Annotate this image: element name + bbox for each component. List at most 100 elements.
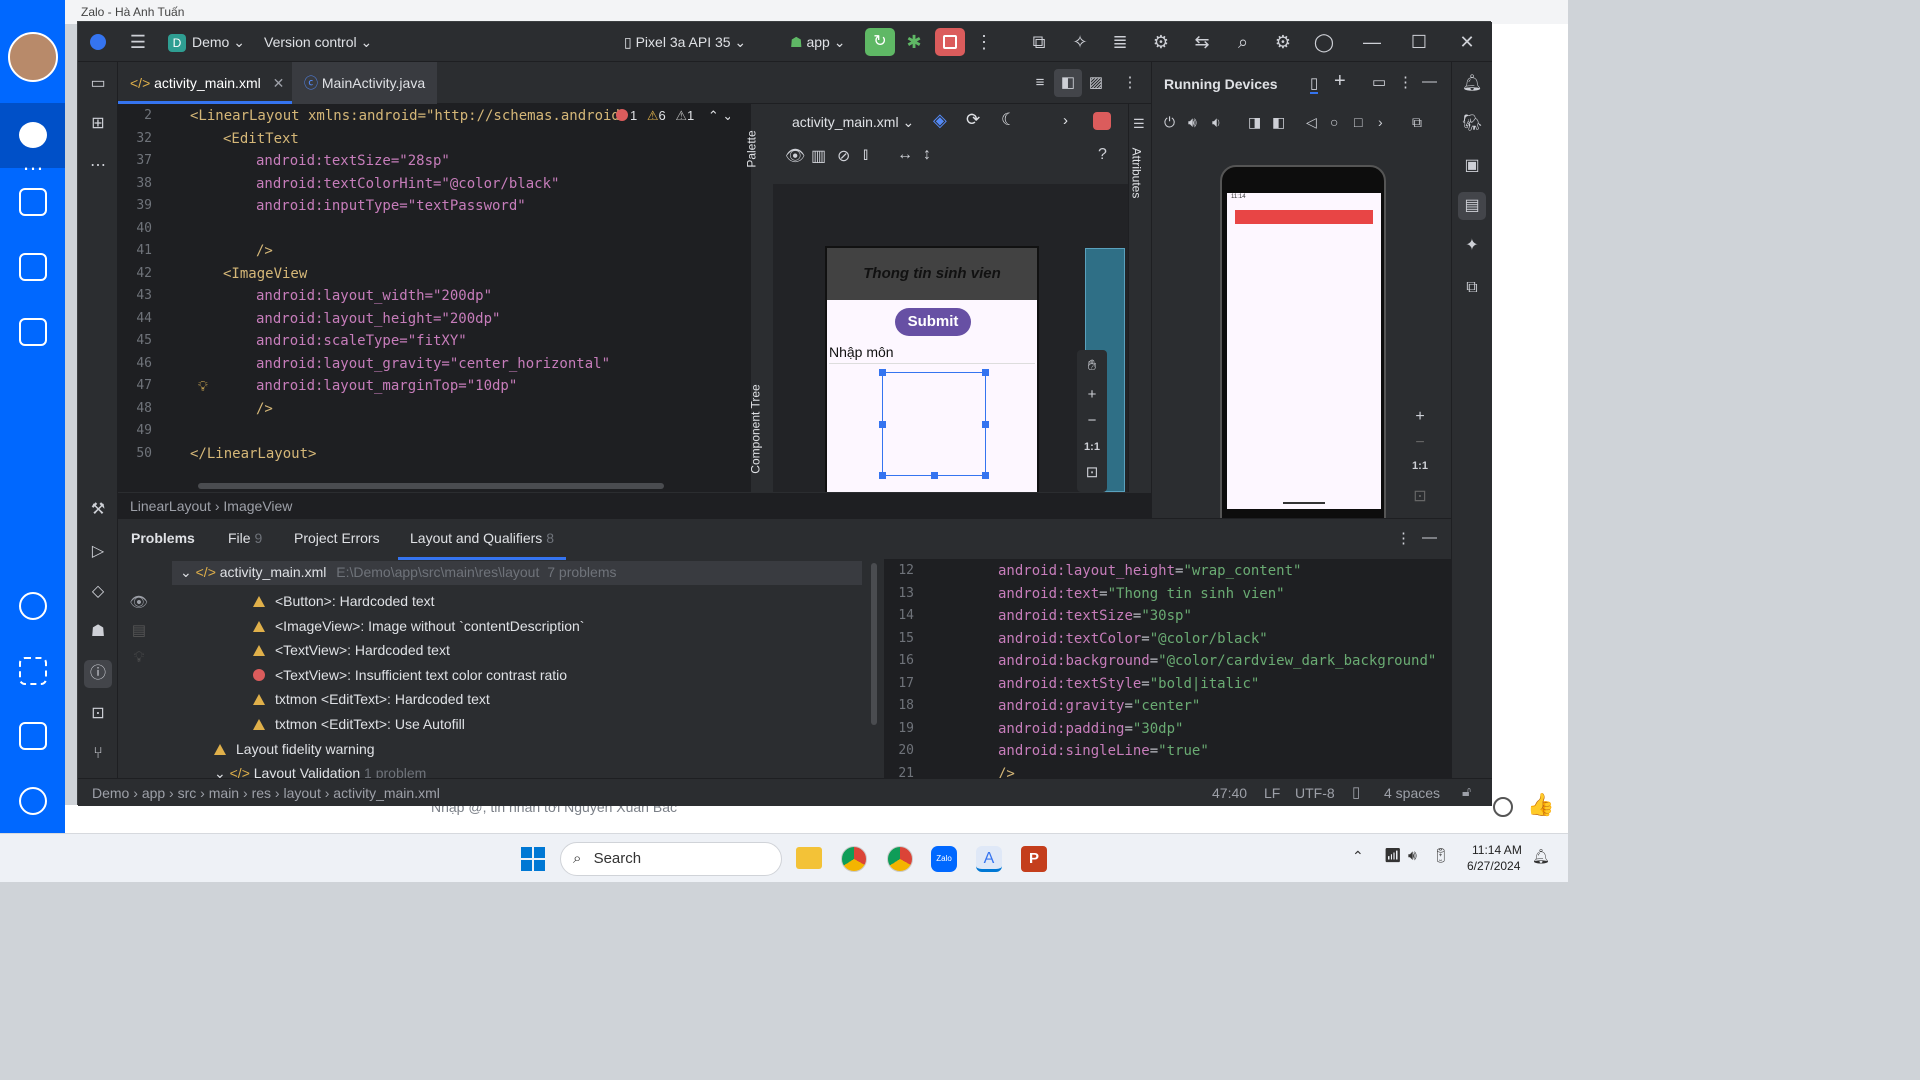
intention-bulb-icon[interactable]: 💡︎	[198, 379, 208, 395]
preview-eye-icon[interactable]: 👁︎	[128, 593, 150, 621]
component-tree-tab[interactable]: Component Tree	[749, 384, 763, 473]
volume-down-icon[interactable]: 🔉︎	[1212, 114, 1221, 131]
project-tool-icon[interactable]: ▭	[84, 70, 112, 98]
line-number[interactable]: 39	[118, 198, 152, 213]
code-line[interactable]: android:layout_gravity="center_horizonta…	[256, 356, 610, 372]
more-actions-icon[interactable]: ⋮	[970, 22, 998, 62]
chrome-icon[interactable]	[841, 846, 867, 872]
margin-icon[interactable]: ⫾	[863, 146, 868, 164]
main-menu-icon[interactable]: ☰	[124, 22, 152, 62]
line-number[interactable]: 42	[118, 266, 152, 281]
help-icon[interactable]: ?	[1098, 146, 1107, 164]
expand-horizontal-icon[interactable]: ↔	[897, 146, 913, 164]
preview-imageview-selected[interactable]	[879, 369, 989, 479]
attributes-tab[interactable]: Attributes	[1129, 148, 1143, 199]
maximize-icon[interactable]: ☐	[1405, 22, 1433, 62]
orientation-icon[interactable]: ⟳	[966, 110, 980, 130]
code-line[interactable]: />	[256, 243, 273, 259]
line-number[interactable]: 40	[118, 221, 152, 236]
video-icon[interactable]	[19, 318, 47, 346]
tab-options-icon[interactable]: ⋮	[1116, 62, 1144, 104]
line-number[interactable]: 38	[118, 176, 152, 191]
line-separator[interactable]: LF	[1264, 785, 1280, 801]
back-icon[interactable]: ◁	[1306, 114, 1317, 131]
contacts-icon[interactable]	[19, 188, 47, 216]
no-autoconnect-icon[interactable]: ⊘	[837, 146, 850, 166]
tab-project-errors[interactable]: Project Errors	[294, 519, 380, 557]
clock-date[interactable]: 6/27/2024	[1467, 859, 1520, 873]
device-manager-icon[interactable]: ⧉	[1025, 22, 1053, 62]
problems-options-icon[interactable]: ⋮	[1396, 529, 1411, 547]
battery-icon[interactable]: 🔋︎	[1432, 847, 1450, 864]
zoom-in-icon[interactable]: +	[1077, 382, 1107, 408]
file-encoding[interactable]: UTF-8	[1295, 785, 1335, 801]
device-zoom-out-icon[interactable]: −	[1406, 434, 1434, 460]
grid-icon[interactable]: ▥	[811, 146, 826, 166]
code-line[interactable]: android:inputType="textPassword"	[256, 198, 526, 214]
taskbar-search[interactable]: ⌕ Search	[560, 842, 782, 876]
code-editor[interactable]: 2 <LinearLayout xmlns:android="http://sch…	[118, 104, 750, 492]
add-device-icon[interactable]: +	[1334, 70, 1346, 93]
close-icon[interactable]: ✕	[1453, 22, 1481, 62]
home-icon[interactable]: ○	[1330, 114, 1338, 130]
problem-preview-code[interactable]: 12 android:layout_height="wrap_content" 13…	[884, 559, 1451, 779]
app-quality-icon[interactable]: ◇	[84, 578, 112, 606]
more-icon[interactable]: …	[19, 150, 47, 176]
powerpoint-icon[interactable]: P	[1021, 846, 1047, 872]
resource-manager-icon[interactable]: ⊞	[84, 110, 112, 138]
android-studio-app-icon[interactable]: A	[976, 846, 1002, 872]
expand-vertical-icon[interactable]: ↕	[923, 146, 931, 164]
file-explorer-icon[interactable]	[796, 847, 822, 869]
code-line[interactable]: android:textColorHint="@color/black"	[256, 176, 559, 192]
terminal-icon[interactable]: ⊡	[84, 700, 112, 728]
zoom-reset-button[interactable]: 1:1	[1077, 434, 1107, 460]
code-line[interactable]: </LinearLayout>	[190, 446, 316, 462]
line-number[interactable]: 49	[118, 423, 152, 438]
project-selector[interactable]: D Demo ⌄	[168, 22, 245, 62]
volume-icon[interactable]: 🔊︎	[1408, 847, 1417, 864]
zoom-fit-icon[interactable]: ⊡	[1077, 460, 1107, 486]
caret-position[interactable]: 47:40	[1212, 785, 1247, 801]
design-canvas[interactable]: Thong tin sinh vien Submit Nhập môn ✋︎ +…	[773, 184, 1151, 516]
settings-icon[interactable]	[19, 787, 47, 815]
code-line[interactable]: />	[256, 401, 273, 417]
tab-main-activity[interactable]: ⓒ MainActivity.java	[292, 62, 438, 104]
design-blueprint-icon[interactable]: ◈	[933, 110, 947, 131]
more-device-controls-icon[interactable]: ›	[1378, 114, 1383, 130]
problem-row[interactable]: txtmon <EditText>: Use Autofill	[253, 716, 465, 732]
notification-bell-icon[interactable]: 🔔︎	[1532, 848, 1550, 865]
line-number[interactable]: 44	[118, 311, 152, 326]
zoom-out-icon[interactable]: −	[1077, 408, 1107, 434]
code-line[interactable]: android:layout_marginTop="10dp"	[256, 378, 517, 394]
device-zoom-in-icon[interactable]: +	[1406, 408, 1434, 434]
line-number[interactable]: 37	[118, 153, 152, 168]
device-mirror-icon[interactable]: ⧉	[1458, 274, 1486, 302]
line-number[interactable]: 46	[118, 356, 152, 371]
notifications-icon[interactable]: 🔔︎	[1458, 70, 1486, 98]
status-path-segment[interactable]: src	[178, 785, 197, 801]
status-path-segment[interactable]: activity_main.xml	[333, 785, 440, 801]
night-mode-icon[interactable]: ☾	[1001, 110, 1016, 130]
code-line[interactable]: android:textSize="28sp"	[256, 153, 450, 169]
thumbs-up-icon[interactable]: 👍	[1527, 792, 1554, 818]
screenshot-icon[interactable]: ⧉	[1412, 114, 1422, 131]
stop-button[interactable]	[935, 28, 965, 56]
tab-file[interactable]: File 9	[228, 519, 262, 557]
tab-activity-main[interactable]: </> activity_main.xml ✕	[118, 62, 297, 104]
line-number[interactable]: 45	[118, 333, 152, 348]
search-icon[interactable]: ⌕	[1229, 22, 1257, 62]
code-line[interactable]: android:layout_height="200dp"	[256, 311, 500, 327]
preview-submit-button[interactable]: Submit	[895, 308, 971, 336]
preview-edittext[interactable]: Nhập môn	[829, 344, 1035, 364]
code-line[interactable]: <LinearLayout xmlns:android="http://sche…	[190, 108, 620, 124]
attributes-icon[interactable]: ☰	[1133, 116, 1145, 132]
split-view-icon[interactable]: ◧	[1054, 69, 1082, 97]
device-zoom-fit-icon[interactable]: ⊡	[1406, 486, 1434, 512]
problems-hide-icon[interactable]: —	[1422, 529, 1437, 546]
device-panel-hide-icon[interactable]: —	[1422, 73, 1437, 90]
status-path-segment[interactable]: app	[142, 785, 165, 801]
indent-setting[interactable]: 4 spaces	[1384, 785, 1440, 801]
status-path-segment[interactable]: layout	[283, 785, 320, 801]
eye-icon[interactable]: 👁︎	[785, 146, 805, 166]
account-icon[interactable]: ◯	[1310, 22, 1338, 62]
